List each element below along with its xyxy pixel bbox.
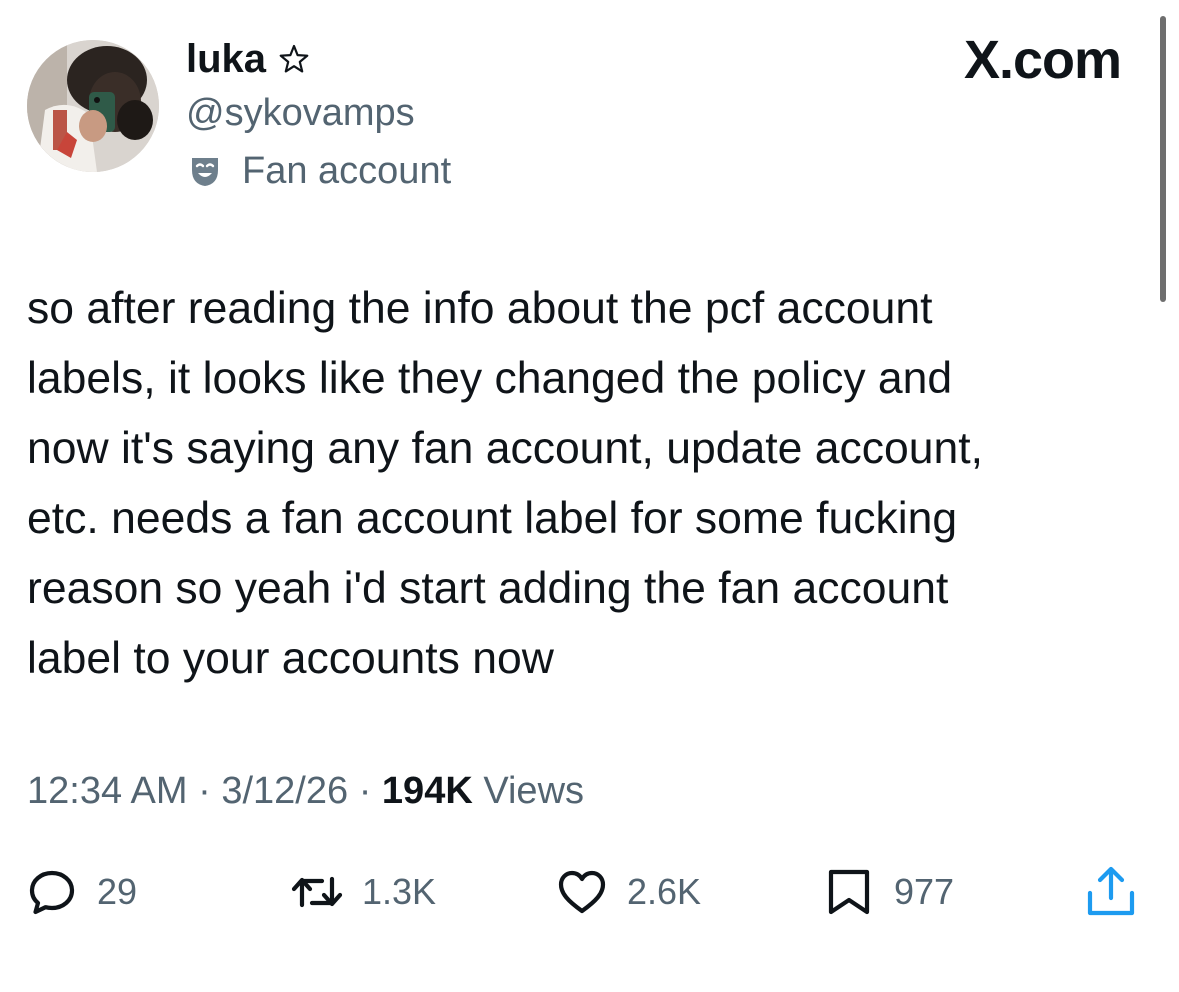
reply-button[interactable]: 29 [25,862,137,922]
views-count: 194K [381,770,473,812]
display-name[interactable]: luka [186,36,266,82]
account-label-text: Fan account [242,150,452,192]
bookmark-icon [828,869,870,915]
heart-icon [558,870,606,914]
tweet-meta: 12:34 AM · 3/12/26 · 194K Views [27,768,584,814]
bookmark-count: 977 [894,871,955,912]
author-handle[interactable]: @sykovamps [186,90,415,136]
tweet-time[interactable]: 12:34 AM [27,770,188,812]
x-logo: X.com [963,30,1122,90]
views-label: Views [483,770,585,812]
share-button[interactable] [1084,862,1156,922]
theater-mask-icon [192,158,218,186]
meta-separator: · [358,770,372,812]
avatar-photo [27,40,159,172]
avatar[interactable] [27,40,159,172]
like-button[interactable]: 2.6K [555,862,701,922]
tweet-text: so after reading the info about the pcf … [27,284,983,683]
reply-count: 29 [97,871,138,912]
star-icon [279,44,309,73]
reply-icon [29,870,75,915]
tweet-card: luka @sykovamps Fan account X.com so aft… [0,0,1179,992]
like-count: 2.6K [627,871,702,912]
tweet-date[interactable]: 3/12/26 [221,770,348,812]
repost-icon [291,876,343,908]
scrollbar[interactable] [1160,16,1166,302]
share-icon [1087,866,1135,916]
bookmark-button[interactable]: 977 [822,862,954,922]
repost-button[interactable]: 1.3K [290,862,436,922]
account-label[interactable]: Fan account [186,148,451,194]
repost-count: 1.3K [362,871,437,912]
author-name[interactable]: luka [186,36,310,82]
meta-separator: · [198,770,211,812]
action-bar: 29 1.3K 2.6K 977 [0,862,1179,922]
